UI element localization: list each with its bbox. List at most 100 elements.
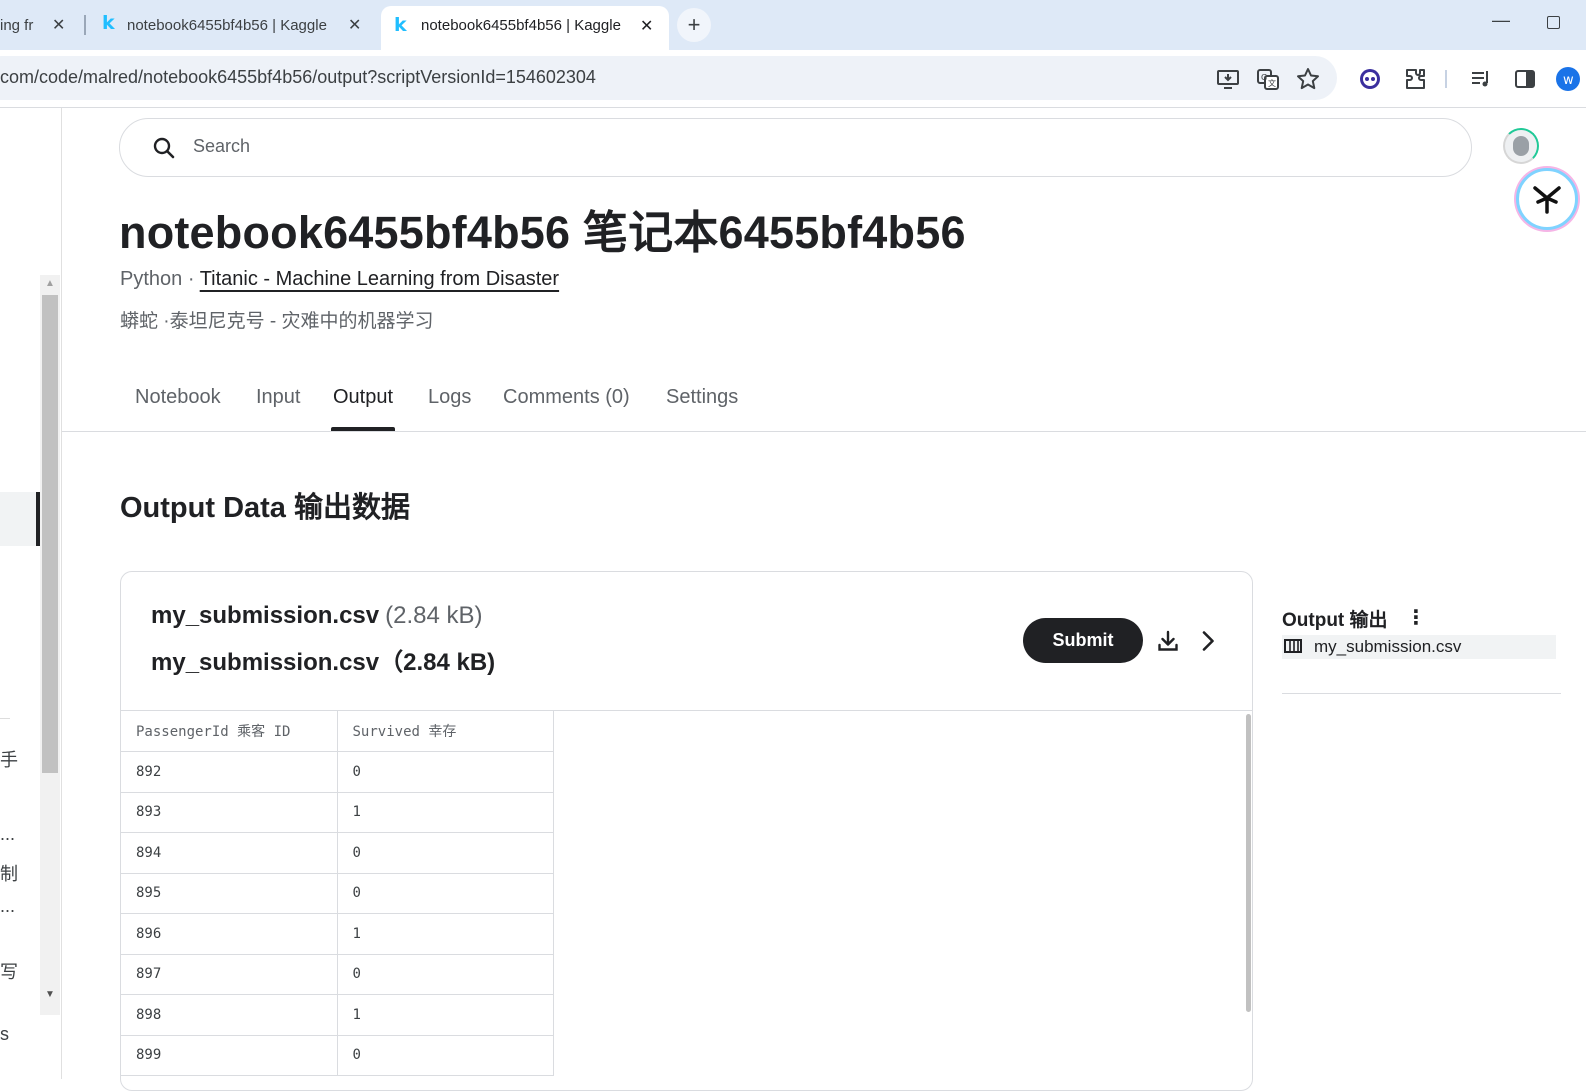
left-navigation-rail: 手 ... 制 ... 写 s ▲ ▼: [0, 108, 62, 1079]
translate-icon[interactable]: G文: [1256, 67, 1280, 91]
file-name: my_submission.csv (2.84 kB): [151, 602, 482, 630]
address-bar[interactable]: com/code/malred/notebook6455bf4b56/outpu…: [0, 56, 1337, 100]
bookmark-star-icon[interactable]: [1296, 67, 1320, 91]
tab-output[interactable]: Output: [331, 386, 396, 432]
data-preview-table: PassengerId 乘客 ID Survived 幸存 892 0 893 1 …: [121, 711, 554, 1076]
file-card-header: my_submission.csv (2.84 kB) my_submission…: [121, 572, 1252, 711]
close-icon[interactable]: ✕: [640, 16, 653, 36]
tab-title: notebook6455bf4b56 | Kaggle: [127, 16, 327, 34]
subtitle-translation: 蟒蛇 ·泰坦尼克号 - 灾难中的机器学习: [120, 311, 434, 332]
table-cell: 895: [121, 873, 338, 914]
output-file-item[interactable]: my_submission.csv: [1282, 635, 1556, 659]
nav-item-fragment[interactable]: 手: [0, 746, 18, 772]
table-cell: 0: [337, 751, 554, 793]
scroll-up-arrow-icon[interactable]: ▲: [45, 278, 55, 289]
tab-logs[interactable]: Logs: [426, 386, 473, 432]
tabs-divider: [62, 431, 1586, 432]
tab-title: notebook6455bf4b56 | Kaggle: [421, 17, 621, 34]
section-title: Output Data 输出数据: [120, 492, 410, 524]
svg-text:G: G: [1261, 73, 1267, 82]
table-cell: 898: [121, 994, 338, 1036]
site-search-bar[interactable]: [119, 118, 1472, 177]
panel-divider: [1282, 693, 1561, 694]
install-app-icon[interactable]: [1216, 67, 1240, 91]
avatar-image: [1513, 136, 1529, 156]
nav-item-fragment[interactable]: 制: [0, 860, 18, 886]
close-icon[interactable]: ✕: [52, 15, 65, 35]
table-cell: 897: [121, 954, 338, 995]
rail-scrollbar[interactable]: ▲ ▼: [40, 275, 60, 1015]
download-icon[interactable]: [1156, 629, 1180, 653]
browser-tab[interactable]: k notebook6455bf4b56 | Kaggle ✕: [100, 8, 370, 42]
user-avatar[interactable]: [1503, 128, 1539, 164]
tab-title: ing fr: [0, 16, 34, 34]
file-name-text: my_submission.csv: [151, 602, 380, 629]
table-cell: 1: [337, 792, 554, 833]
subtitle-separator: ·: [182, 268, 200, 290]
minimize-icon[interactable]: —: [1492, 10, 1510, 31]
more-options-icon[interactable]: ⋮: [1406, 605, 1426, 630]
tab-comments[interactable]: Comments (0): [501, 386, 632, 432]
active-nav-item[interactable]: [0, 492, 40, 546]
nav-item-fragment[interactable]: s: [0, 1024, 9, 1045]
browser-tab[interactable]: ing fr ✕: [0, 8, 80, 42]
toolbar-divider: [1445, 70, 1447, 88]
table-cell: 0: [337, 873, 554, 914]
search-icon: [153, 137, 175, 159]
extensions-puzzle-icon[interactable]: [1403, 67, 1427, 91]
table-row: 895 0: [121, 873, 554, 914]
svg-text:文: 文: [1268, 78, 1276, 88]
column-header[interactable]: PassengerId 乘客 ID: [121, 711, 338, 752]
table-header-row: PassengerId 乘客 ID Survived 幸存: [121, 711, 554, 752]
submit-button[interactable]: Submit: [1023, 618, 1143, 663]
page-title: notebook6455bf4b56 笔记本6455bf4b56: [119, 207, 966, 258]
table-cell: 1: [337, 994, 554, 1036]
table-row: 892 0: [121, 751, 554, 793]
chevron-right-icon[interactable]: [1196, 629, 1220, 653]
table-scrollbar[interactable]: [1246, 714, 1251, 1012]
new-tab-button[interactable]: +: [677, 8, 711, 42]
output-file-label[interactable]: my_submission.csv: [1314, 637, 1461, 657]
file-name-translation: my_submission.csv（2.84 kB): [151, 649, 496, 676]
panel-title: Output 输出: [1282, 610, 1388, 631]
tab-separator: [84, 15, 86, 35]
profile-avatar-icon[interactable]: w: [1556, 67, 1580, 91]
table-icon: [1284, 639, 1302, 653]
table-cell: 0: [337, 954, 554, 995]
media-controls-icon[interactable]: [1469, 67, 1493, 91]
scrollbar-thumb[interactable]: [42, 295, 58, 773]
assistant-logo-icon: [1533, 186, 1561, 214]
column-header[interactable]: Survived 幸存: [337, 711, 554, 752]
table-cell: 899: [121, 1035, 338, 1076]
tab-settings[interactable]: Settings: [664, 386, 740, 432]
table-cell: 892: [121, 751, 338, 793]
kaggle-logo-icon: k: [394, 14, 407, 36]
table-cell: 0: [337, 1035, 554, 1076]
nav-item-fragment[interactable]: ...: [0, 824, 15, 845]
nav-item-fragment[interactable]: ...: [0, 896, 15, 917]
nav-item-fragment[interactable]: 写: [0, 958, 18, 984]
scroll-down-arrow-icon[interactable]: ▼: [45, 989, 55, 1000]
language-label: Python: [120, 268, 183, 290]
tab-input[interactable]: Input: [254, 386, 302, 432]
rail-divider: [0, 718, 10, 719]
kaggle-logo-icon: k: [102, 12, 115, 34]
browser-tab-active[interactable]: k notebook6455bf4b56 | Kaggle ✕: [381, 6, 669, 50]
close-icon[interactable]: ✕: [348, 15, 361, 35]
table-cell: 894: [121, 832, 338, 874]
output-file-card: my_submission.csv (2.84 kB) my_submission…: [120, 571, 1253, 1091]
search-input[interactable]: [193, 136, 793, 157]
table-row: 899 0: [121, 1035, 554, 1076]
table-row: 894 0: [121, 832, 554, 874]
extension-face-icon[interactable]: [1358, 67, 1382, 91]
competition-link[interactable]: Titanic - Machine Learning from Disaster: [200, 268, 559, 290]
table-cell: 893: [121, 792, 338, 833]
tab-notebook[interactable]: Notebook: [133, 386, 223, 432]
side-panel-icon[interactable]: [1513, 67, 1537, 91]
browser-tab-strip: ing fr ✕ k notebook6455bf4b56 | Kaggle ✕…: [0, 0, 1586, 50]
url-text[interactable]: com/code/malred/notebook6455bf4b56/outpu…: [0, 67, 596, 88]
table-cell: 1: [337, 913, 554, 955]
maximize-icon[interactable]: [1547, 16, 1560, 29]
table-row: 897 0: [121, 954, 554, 995]
floating-assistant-button[interactable]: [1516, 168, 1578, 230]
